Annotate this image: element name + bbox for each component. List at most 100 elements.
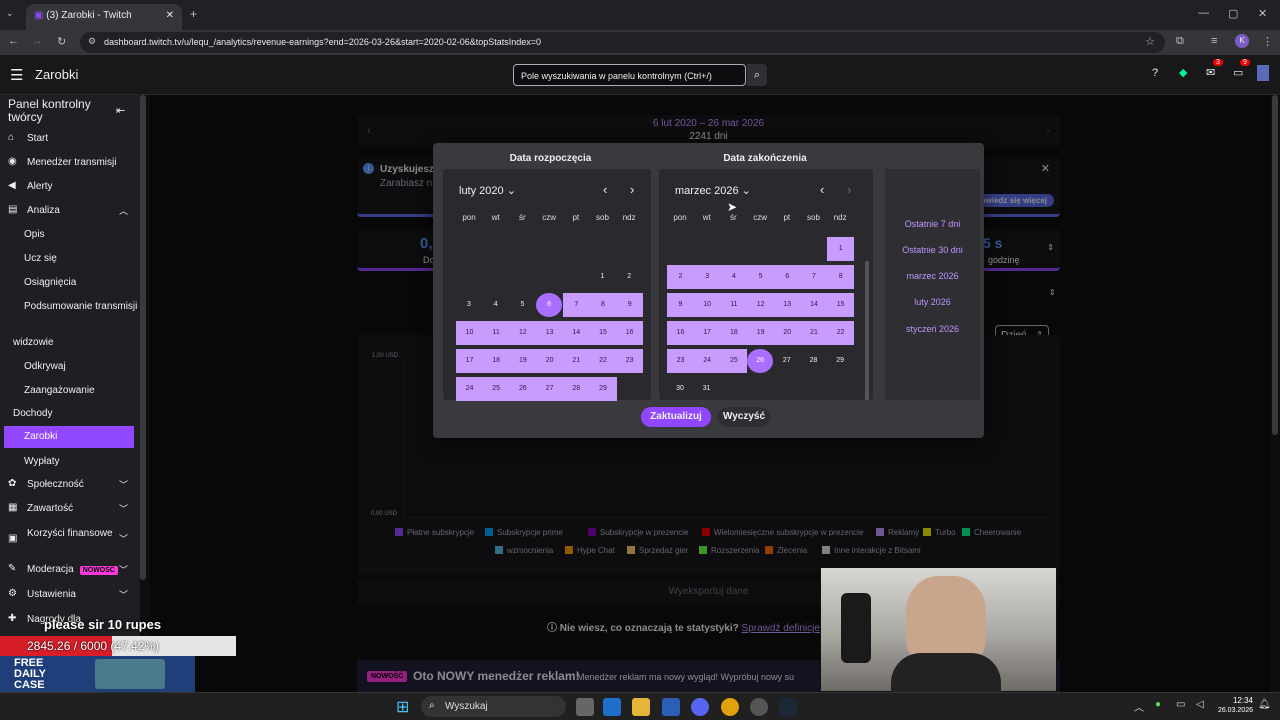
- calendar-day[interactable]: 24: [693, 349, 721, 373]
- sidebar-item-stream-summary[interactable]: Podsumowanie transmisji: [0, 296, 140, 328]
- sidebar-scrollbar[interactable]: [140, 95, 146, 580]
- task-view-icon[interactable]: [576, 698, 594, 716]
- network-icon[interactable]: ▭: [1176, 699, 1185, 710]
- calendar-day[interactable]: 16: [667, 321, 694, 345]
- calendar-day[interactable]: 22: [827, 321, 855, 345]
- dashboard-search-input[interactable]: Pole wyszukiwania w panelu kontrolnym (C…: [513, 64, 746, 86]
- calendar-day[interactable]: 12: [509, 321, 537, 345]
- calendar-day[interactable]: 8: [589, 293, 617, 317]
- calendar-day[interactable]: 7: [800, 265, 828, 289]
- prev-month-icon[interactable]: ‹: [603, 182, 607, 197]
- calendar-day[interactable]: 29: [827, 349, 853, 373]
- calendar-day[interactable]: 20: [773, 321, 801, 345]
- clock-date[interactable]: 26.03.2026: [1206, 707, 1253, 714]
- end-month-select[interactable]: marzec 2026 ⌄: [675, 184, 751, 197]
- next-month-icon[interactable]: ›: [847, 182, 851, 197]
- calendar-day[interactable]: 10: [456, 321, 483, 345]
- notification-bell-icon[interactable]: 🔔︎: [1258, 699, 1271, 710]
- sidebar-item-monetization[interactable]: ▣ Korzyści finansowe ﹀: [0, 523, 140, 553]
- steam-icon[interactable]: [779, 698, 797, 716]
- menu-dots-icon[interactable]: ⋮: [1262, 35, 1273, 48]
- calendar-day[interactable]: 28: [562, 377, 590, 401]
- calendar-day[interactable]: 8: [827, 265, 855, 289]
- calendar-day[interactable]: 31: [694, 377, 720, 400]
- collapse-sidebar-icon[interactable]: ⇤: [116, 104, 125, 117]
- tab-list-icon[interactable]: ⌄: [6, 8, 14, 19]
- sidebar-item-settings[interactable]: ⚙ Ustawienia ﹀: [0, 584, 140, 606]
- back-icon[interactable]: ←: [8, 35, 19, 47]
- calendar-day[interactable]: 1: [590, 265, 616, 289]
- sidebar-item-earnings[interactable]: Zarobki: [4, 426, 134, 448]
- calendar-day[interactable]: 12: [747, 293, 775, 317]
- sidebar-item-moderation[interactable]: ✎ Moderacja NOWOŚĆ ﹀: [0, 559, 140, 581]
- extensions-icon[interactable]: ⧉: [1176, 35, 1184, 48]
- calendar-day[interactable]: 9: [616, 293, 644, 317]
- calendar-day[interactable]: 15: [589, 321, 617, 345]
- clock-time[interactable]: 12:34: [1213, 696, 1253, 705]
- calendar-day[interactable]: 24: [456, 377, 483, 401]
- sidebar-item-payouts[interactable]: Wypłaty: [0, 451, 140, 473]
- maximize-icon[interactable]: ▢: [1228, 7, 1238, 20]
- calendar-day[interactable]: 23: [616, 349, 644, 373]
- clear-button[interactable]: Wyczyść: [718, 407, 770, 427]
- sidebar-item-overview[interactable]: Opis: [0, 224, 140, 246]
- calendar-day[interactable]: 17: [693, 321, 721, 345]
- calendar-day[interactable]: 22: [589, 349, 617, 373]
- calendar-day[interactable]: 11: [482, 321, 510, 345]
- calendar-day[interactable]: 7: [562, 293, 590, 317]
- windows-start-icon[interactable]: ⊞: [396, 697, 409, 717]
- profile-avatar[interactable]: K: [1235, 34, 1249, 48]
- preset-january-2026[interactable]: styczeń 2026: [885, 324, 980, 334]
- hamburger-menu-icon[interactable]: ☰: [10, 66, 23, 84]
- update-button[interactable]: Zaktualizuj: [641, 407, 711, 427]
- calendar-day[interactable]: 27: [774, 349, 800, 373]
- sidebar-item-start[interactable]: ⌂ Start: [0, 128, 140, 150]
- user-avatar[interactable]: [1257, 65, 1269, 81]
- calendar-day[interactable]: 25: [720, 349, 748, 373]
- page-scrollbar[interactable]: [1272, 95, 1278, 435]
- calendar-scrollbar[interactable]: [865, 261, 869, 400]
- forward-icon[interactable]: →: [32, 35, 43, 47]
- crown-icon[interactable]: ◆: [1179, 66, 1187, 79]
- chrome-icon[interactable]: [721, 698, 739, 716]
- sidebar-item-stream-manager[interactable]: ◉ Menedżer transmisji: [0, 152, 140, 174]
- calendar-day[interactable]: 3: [693, 265, 721, 289]
- sidebar-item-discover[interactable]: Odkrywaj: [0, 356, 140, 378]
- calendar-day[interactable]: 26: [747, 349, 774, 373]
- calendar-day[interactable]: 14: [800, 293, 828, 317]
- preset-march-2026[interactable]: marzec 2026: [885, 271, 980, 281]
- obs-icon[interactable]: [750, 698, 768, 716]
- url-field[interactable]: ⚙ dashboard.twitch.tv/u/lequ_/analytics/…: [80, 32, 1165, 53]
- calendar-day[interactable]: 30: [667, 377, 693, 400]
- calendar-day[interactable]: 2: [616, 265, 642, 289]
- reload-icon[interactable]: ↻: [57, 35, 66, 48]
- calendar-day[interactable]: 28: [801, 349, 827, 373]
- calendar-day[interactable]: 21: [562, 349, 590, 373]
- outlook-icon[interactable]: [603, 698, 621, 716]
- calendar-day[interactable]: 18: [482, 349, 510, 373]
- calendar-day[interactable]: 26: [509, 377, 537, 401]
- notifications-icon[interactable]: ▭: [1233, 66, 1243, 79]
- calendar-day[interactable]: 3: [456, 293, 482, 317]
- minimize-icon[interactable]: —: [1198, 7, 1209, 19]
- bookmark-star-icon[interactable]: ☆: [1145, 35, 1155, 48]
- mic-icon[interactable]: ●: [1155, 699, 1161, 710]
- calendar-day[interactable]: 20: [536, 349, 564, 373]
- calendar-day[interactable]: 13: [773, 293, 801, 317]
- calendar-day[interactable]: 4: [720, 265, 748, 289]
- sidebar-item-engagement[interactable]: Zaangażowanie: [0, 380, 140, 402]
- calendar-day[interactable]: 2: [667, 265, 694, 289]
- calendar-day[interactable]: 19: [509, 349, 537, 373]
- new-tab-icon[interactable]: +: [190, 7, 197, 21]
- calendar-day[interactable]: 19: [747, 321, 775, 345]
- calendar-day[interactable]: 29: [589, 377, 617, 401]
- calendar-day[interactable]: 1: [827, 237, 855, 261]
- calendar-day[interactable]: 15: [827, 293, 855, 317]
- calendar-day[interactable]: 10: [693, 293, 721, 317]
- tray-chevron-icon[interactable]: ︿: [1134, 699, 1144, 714]
- calendar-day[interactable]: 5: [747, 265, 775, 289]
- inbox-icon[interactable]: ✉: [1206, 66, 1215, 79]
- taskbar-search[interactable]: ⌕ Wyszukaj: [421, 696, 566, 717]
- calendar-day[interactable]: 14: [562, 321, 590, 345]
- sidebar-item-community[interactable]: ✿ Społeczność ﹀: [0, 474, 140, 496]
